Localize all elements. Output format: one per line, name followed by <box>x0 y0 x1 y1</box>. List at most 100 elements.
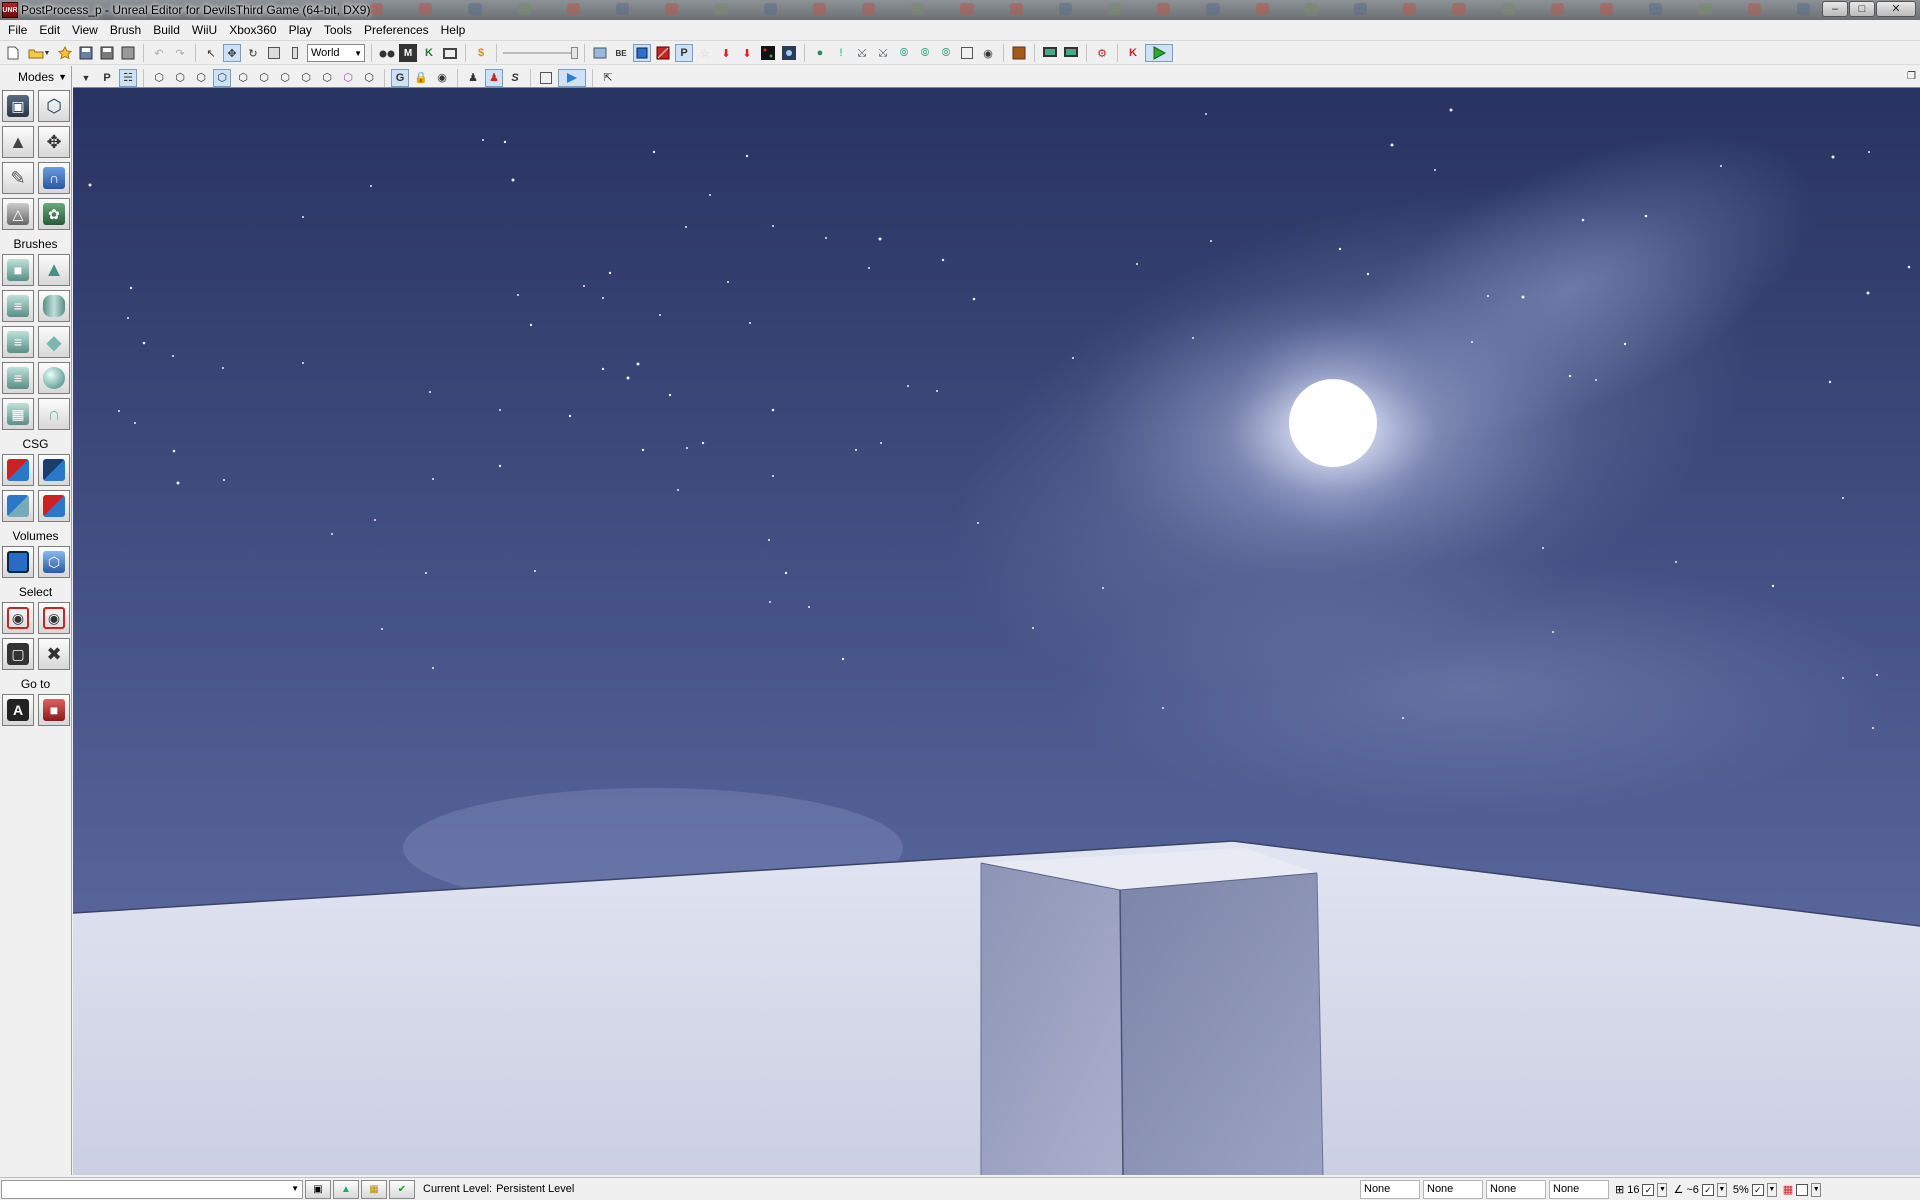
cylinder-brush-button[interactable] <box>38 290 70 322</box>
play-viewport-icon[interactable] <box>558 68 586 87</box>
play-from-here-icon[interactable]: ♟ <box>485 68 503 87</box>
cube-brush-button[interactable]: ■ <box>2 254 34 286</box>
coordinate-system-select[interactable]: World ▼ <box>307 44 365 62</box>
save-all-icon[interactable] <box>98 44 116 62</box>
goto-actor-button[interactable]: A <box>2 694 34 726</box>
foliage-mode-button[interactable]: ✿ <box>38 198 70 230</box>
modes-dropdown-icon[interactable]: ▼ <box>58 72 67 82</box>
scale-snap-control[interactable]: 5% ✓ ▼ <box>1733 1182 1777 1197</box>
speed-slider[interactable] <box>503 44 578 62</box>
vertex-snap-dropdown[interactable]: ▼ <box>1811 1182 1822 1197</box>
geometry-mode-button[interactable]: ⬡ <box>38 90 70 122</box>
build-geometry-icon[interactable] <box>591 44 609 62</box>
monitor-icon-1[interactable] <box>1041 44 1059 62</box>
add-special-volume-button[interactable]: ⬡ <box>38 546 70 578</box>
menu-view[interactable]: View <box>66 20 104 40</box>
realtime-icon[interactable]: ☵ <box>119 68 137 87</box>
rotation-snap-dropdown[interactable]: ▼ <box>1716 1182 1727 1197</box>
actor-icon[interactable]: ♟ <box>464 69 482 87</box>
matinee-icon[interactable] <box>1010 44 1028 62</box>
menu-brush[interactable]: Brush <box>104 20 147 40</box>
save-icon[interactable] <box>77 44 95 62</box>
minimize-button[interactable]: – <box>1822 1 1848 17</box>
rotation-snap-checkbox[interactable]: ✓ <box>1701 1183 1714 1196</box>
csg-intersect-button[interactable] <box>2 490 34 522</box>
favorite-icon[interactable] <box>56 44 74 62</box>
exclamation-icon[interactable]: ! <box>832 44 850 62</box>
csg-add-button[interactable] <box>2 454 34 486</box>
kismet-icon[interactable]: M <box>399 44 417 62</box>
build-paths-icon[interactable] <box>633 44 651 62</box>
view-lighting-only-icon[interactable]: ⬡ <box>255 69 273 87</box>
k-icon[interactable]: K <box>420 44 438 62</box>
arrow-down-red-icon[interactable]: ⬇ <box>717 44 735 62</box>
invert-selection-button[interactable]: ▢ <box>2 638 34 670</box>
find-icon[interactable] <box>378 44 396 62</box>
build-cover-icon[interactable] <box>654 44 672 62</box>
lock-icon[interactable]: 🔒 <box>412 69 430 87</box>
texture-mode-button[interactable]: ✥ <box>38 126 70 158</box>
node-icon-3[interactable]: ⦾ <box>937 44 955 62</box>
curved-stair-brush-button[interactable]: ≡ <box>2 290 34 322</box>
restore-viewport-icon[interactable]: ❐ <box>1907 71 1916 82</box>
maximize-button[interactable]: □ <box>1849 1 1875 17</box>
open-icon[interactable]: ▼ <box>25 44 53 62</box>
new-icon[interactable] <box>4 44 22 62</box>
tetrahedron-brush-button[interactable]: ∩ <box>38 398 70 430</box>
csg-deintersect-button[interactable] <box>38 490 70 522</box>
terrain-mode-button[interactable]: ▲ <box>2 126 34 158</box>
redo-icon[interactable]: ↷ <box>171 44 189 62</box>
menu-help[interactable]: Help <box>435 20 472 40</box>
texture-stats-icon[interactable] <box>780 44 798 62</box>
frame-toggle-icon[interactable] <box>537 69 555 87</box>
scale-snap-checkbox[interactable]: ✓ <box>1751 1183 1764 1196</box>
translate-icon[interactable]: ✥ <box>223 44 241 62</box>
node-icon-2[interactable]: ⦾ <box>916 44 934 62</box>
pin-icon[interactable]: ⇱ <box>599 69 617 87</box>
save-map-icon[interactable] <box>119 44 137 62</box>
close-button[interactable]: ✕ <box>1876 1 1916 17</box>
landscape-mode-button[interactable]: △ <box>2 198 34 230</box>
status-field-1[interactable]: None <box>1360 1180 1420 1199</box>
camera-icon[interactable]: ◉ <box>979 44 997 62</box>
status-field-2[interactable]: None <box>1423 1180 1483 1199</box>
select-icon[interactable]: ↖ <box>202 44 220 62</box>
g-button[interactable]: G <box>391 68 409 87</box>
status-check-button[interactable]: ✔ <box>389 1179 415 1199</box>
p-button[interactable]: P <box>98 69 116 87</box>
menu-wiiu[interactable]: WiiU <box>186 20 223 40</box>
menu-play[interactable]: Play <box>283 20 318 40</box>
goto-builder-brush-button[interactable]: ■ <box>38 694 70 726</box>
status-field-3[interactable]: None <box>1486 1180 1546 1199</box>
rotation-snap-control[interactable]: ∠ ~6 ✓ ▼ <box>1673 1182 1727 1197</box>
k-red-icon[interactable]: K <box>1124 44 1142 62</box>
scale-icon[interactable] <box>265 44 283 62</box>
menu-tools[interactable]: Tools <box>318 20 358 40</box>
globe-icon[interactable]: ● <box>811 44 829 62</box>
camera-mode-button[interactable]: ▣ <box>2 90 34 122</box>
volumetric-brush-button[interactable]: ▦ <box>2 398 34 430</box>
static-mesh-mode-button[interactable]: ∩ <box>38 162 70 194</box>
menu-file[interactable]: File <box>2 20 33 40</box>
csg-subtract-button[interactable] <box>38 454 70 486</box>
view-lit-icon[interactable]: ⬡ <box>213 68 231 87</box>
grid-snap-checkbox[interactable]: ✓ <box>1642 1183 1655 1196</box>
view-unlit-icon[interactable]: ⬡ <box>192 69 210 87</box>
frame-icon[interactable] <box>958 44 976 62</box>
node-icon-1[interactable]: ⦾ <box>895 44 913 62</box>
build-lighting-icon[interactable]: BE <box>612 44 630 62</box>
view-lightmap-density-icon[interactable]: ⬡ <box>339 69 357 87</box>
view-texture-density-icon[interactable]: ⬡ <box>297 69 315 87</box>
grid-size-dropdown[interactable]: ▼ <box>1657 1182 1668 1197</box>
arrow-down-red2-icon[interactable]: ⬇ <box>738 44 756 62</box>
view-reflection-icon[interactable]: ⬡ <box>360 69 378 87</box>
view-detail-icon[interactable]: ⬡ <box>234 69 252 87</box>
vertex-snap-icon[interactable]: ▦ <box>1783 1183 1793 1196</box>
status-streaming-button[interactable]: ▦ <box>361 1179 387 1199</box>
view-brush-icon[interactable]: ⬡ <box>171 69 189 87</box>
spiral-stair-brush-button[interactable]: ≡ <box>2 362 34 394</box>
view-wireframe-icon[interactable]: ⬡ <box>150 69 168 87</box>
status-drag-grid-button[interactable]: ▣ <box>305 1179 331 1199</box>
add-volume-button[interactable] <box>2 546 34 578</box>
menu-preferences[interactable]: Preferences <box>358 20 435 40</box>
